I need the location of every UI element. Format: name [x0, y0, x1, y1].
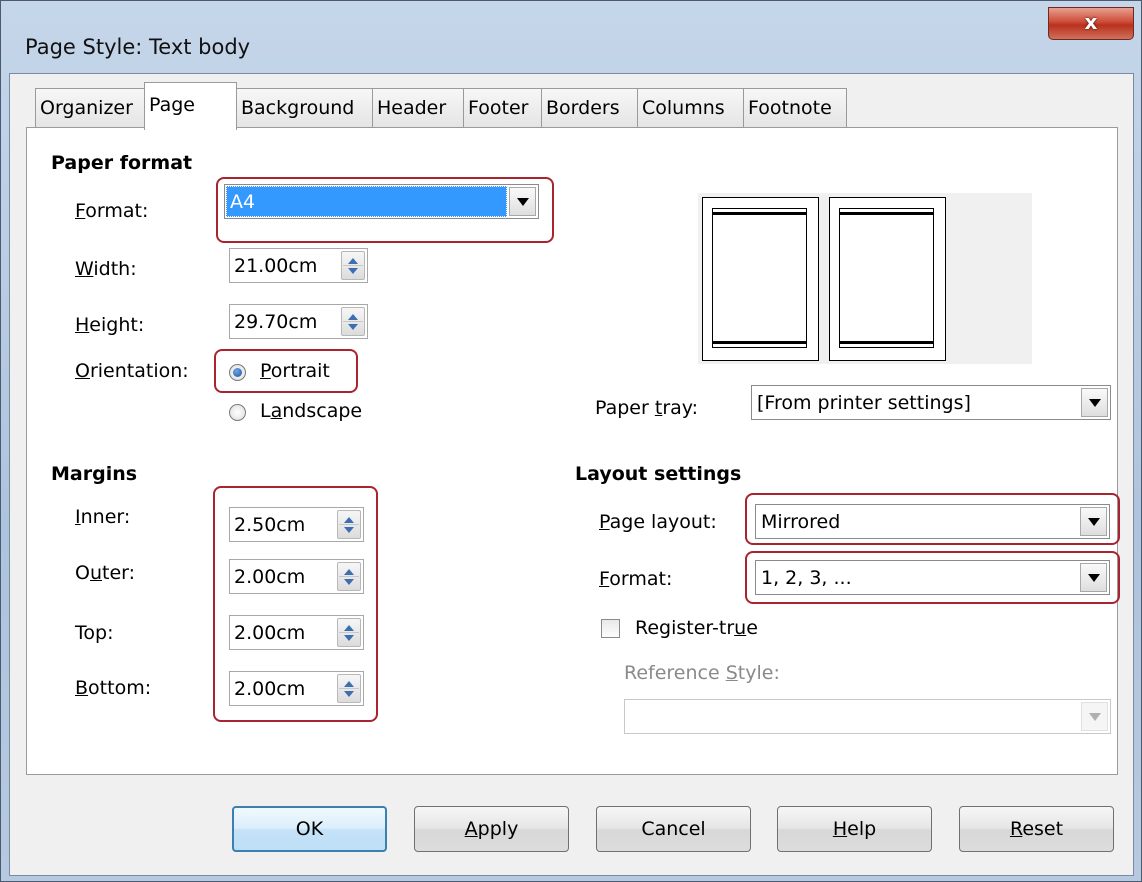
window-title: Page Style: Text body [25, 35, 251, 59]
spin-buttons-icon[interactable] [341, 307, 365, 336]
orientation-label: Orientation: [75, 360, 189, 382]
page-layout-highlight [745, 493, 1120, 545]
format-label: Format: [75, 200, 149, 222]
width-label: Width: [75, 258, 137, 280]
tab-header[interactable]: Header [372, 88, 464, 128]
landscape-label[interactable]: Landscape [260, 400, 362, 422]
height-label: Height: [75, 314, 145, 336]
reset-button[interactable]: Reset [959, 806, 1114, 852]
right-page-preview [829, 197, 946, 361]
landscape-radio[interactable] [229, 404, 246, 421]
chevron-down-icon[interactable] [1081, 388, 1108, 417]
outer-label: Outer: [75, 562, 136, 584]
top-label: Top: [75, 622, 114, 644]
page-tab-panel: Paper format Format: A4 Width: 21.00cm H… [26, 127, 1120, 775]
height-value: 29.70cm [234, 311, 318, 333]
numbering-format-highlight [745, 551, 1120, 604]
register-true-checkbox[interactable] [601, 619, 620, 638]
format-highlight [216, 177, 554, 243]
bottom-label: Bottom: [75, 677, 152, 699]
numbering-format-label: Format: [599, 568, 673, 590]
tab-borders[interactable]: Borders [541, 88, 638, 128]
close-button[interactable]: x [1048, 7, 1134, 40]
left-page-preview [702, 197, 819, 361]
page-layout-label: Page layout: [599, 511, 717, 533]
tab-footer[interactable]: Footer [463, 88, 542, 128]
margins-highlight [213, 486, 378, 722]
margins-heading: Margins [51, 463, 138, 485]
height-spinner[interactable]: 29.70cm [229, 304, 368, 339]
width-spinner[interactable]: 21.00cm [229, 248, 368, 283]
tab-footnote[interactable]: Footnote [743, 88, 847, 128]
ok-button[interactable]: OK [232, 806, 387, 852]
tab-background[interactable]: Background [236, 88, 373, 128]
chevron-down-icon [1081, 702, 1108, 731]
paper-tray-select[interactable]: [From printer settings] [751, 385, 1111, 420]
reference-style-select [624, 699, 1111, 734]
width-value: 21.00cm [234, 255, 318, 277]
dialog-window: Page Style: Text body x Organizer Backgr… [0, 0, 1142, 882]
spin-buttons-icon[interactable] [341, 251, 365, 280]
apply-button[interactable]: Apply [414, 806, 569, 852]
paper-format-heading: Paper format [51, 152, 193, 174]
register-true-label[interactable]: Register-true [635, 617, 758, 639]
tab-columns[interactable]: Columns [637, 88, 744, 128]
cancel-button[interactable]: Cancel [596, 806, 751, 852]
inner-label: Inner: [75, 506, 131, 528]
help-button[interactable]: Help [777, 806, 932, 852]
layout-settings-heading: Layout settings [575, 463, 742, 485]
format-value: A4 [230, 191, 256, 213]
tab-page[interactable]: Page [144, 82, 237, 130]
reference-style-label: Reference Style: [624, 662, 780, 684]
paper-tray-value: [From printer settings] [757, 392, 971, 414]
portrait-highlight [214, 349, 358, 393]
paper-tray-label: Paper tray: [595, 397, 699, 419]
tab-organizer[interactable]: Organizer [35, 88, 147, 128]
